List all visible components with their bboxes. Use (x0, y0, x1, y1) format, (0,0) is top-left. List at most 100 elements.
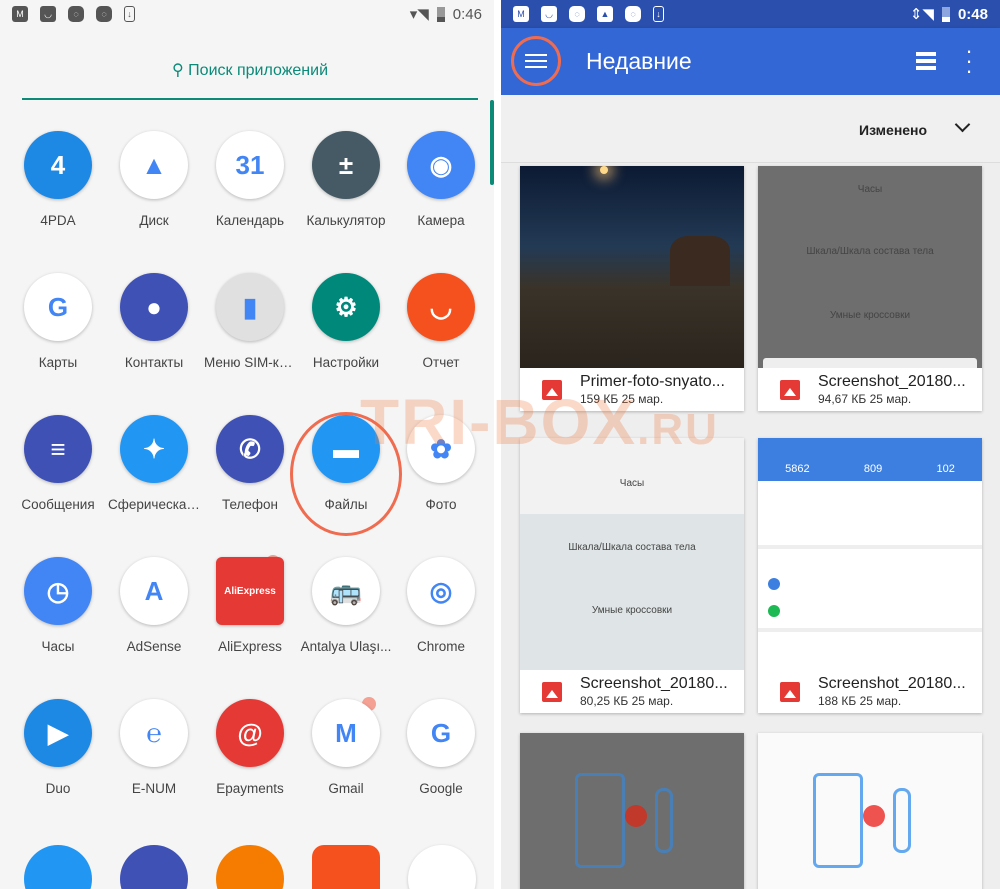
app-bar: Недавние · · · (501, 28, 1000, 95)
fm-icon: ◌ (68, 6, 84, 22)
app-glyph-icon: @ (216, 699, 284, 767)
app-icon-12[interactable]: ✦ Сферическая... (106, 415, 202, 512)
app-icon-7[interactable]: ● Контакты (106, 273, 202, 370)
menu-button[interactable] (511, 36, 561, 86)
image-file-icon (780, 379, 800, 400)
file-name: Screenshot_20180... (818, 675, 966, 692)
search-icon: ⚲ (172, 62, 184, 79)
app-glyph-icon: ✦ (120, 415, 188, 483)
screenshot-thumbnail: Часы Шкала/Шкала состава тела Умные крос… (758, 166, 982, 368)
app-icon-6[interactable]: G Карты (10, 273, 106, 370)
file-card[interactable] (520, 733, 744, 889)
app-icon-9[interactable]: ⚙ Настройки (298, 273, 394, 370)
app-glyph-icon: ▮ (216, 273, 284, 341)
list-view-button[interactable] (916, 52, 936, 70)
file-card[interactable]: 5862 809 102 Screenshot_20180... 188 КБ 25 … (758, 438, 982, 713)
app-label: Сообщения (21, 497, 95, 512)
fm-icon: ◌ (569, 6, 585, 22)
app-label: Chrome (416, 639, 465, 654)
app-label: Камера (417, 213, 465, 228)
app-label: Часы (41, 639, 75, 654)
app-glyph-icon: ± (312, 131, 380, 199)
app-icon-25[interactable]: G Google (393, 699, 489, 796)
app-label: Диск (139, 213, 169, 228)
app-icon-15[interactable]: ✿ Фото (393, 415, 489, 512)
app-label: AliExpress (218, 639, 282, 654)
wifi-icon: ▾◥ (409, 6, 429, 23)
app-icon-22[interactable]: ℮ E-NUM (106, 699, 202, 796)
app-glyph-icon: ◡ (407, 273, 475, 341)
app-label: 4PDA (40, 213, 76, 228)
app-label: Калькулятор (306, 213, 386, 228)
app-icon-4[interactable]: ± Калькулятор (298, 131, 394, 228)
app-glyph-icon: 31 (216, 131, 284, 199)
app-icon-10[interactable]: ◡ Отчет (393, 273, 489, 370)
app-icon-13[interactable]: ✆ Телефон (202, 415, 298, 512)
app-search-input[interactable]: ⚲ Поиск приложений (22, 50, 478, 100)
clock: 0:48 (957, 5, 988, 23)
clock: 0:46 (452, 5, 482, 23)
app-glyph-icon: ✿ (407, 415, 475, 483)
sort-dropdown[interactable]: Изменено (859, 122, 927, 138)
app-label: Epayments (216, 781, 284, 796)
app-label: AdSense (126, 639, 182, 654)
smile-icon: ◡ (40, 6, 56, 22)
app-glyph-icon: ≡ (24, 415, 92, 483)
file-card[interactable]: Часы Шкала/Шкала состава тела Умные крос… (758, 166, 982, 411)
app-icon-2[interactable]: ▲ Диск (106, 131, 202, 228)
sort-bar: Изменено (501, 95, 1000, 163)
chevron-down-icon[interactable] (954, 116, 971, 133)
app-glyph-icon: ℮ (120, 699, 188, 767)
app-glyph-icon: 🚌 (312, 557, 380, 625)
app-label: Контакты (124, 355, 184, 370)
app-label: Карты (38, 355, 78, 370)
gmail-icon: M (513, 6, 529, 22)
highlight-circle (290, 412, 402, 536)
battery-icon (436, 6, 445, 22)
app-icon-16[interactable]: ◷ Часы (10, 557, 106, 654)
app-icon-21[interactable]: ▶ Duo (10, 699, 106, 796)
app-label: E-NUM (131, 781, 177, 796)
app-icon-3[interactable]: 31 Календарь (202, 131, 298, 228)
app-glyph-icon: ◷ (24, 557, 92, 625)
app-label: Сферическая... (108, 497, 202, 512)
app-glyph-icon: ◉ (407, 131, 475, 199)
gmail-icon: M (12, 6, 28, 22)
files-screen: M ◡ ◌ ▲ ◌ ↓ ⇕◥ 0:48 Недавние · · · Изменен… (501, 0, 1000, 889)
app-label: Настройки (312, 355, 380, 370)
status-bar: M ◡ ◌ ▲ ◌ ↓ ⇕◥ 0:48 (501, 0, 1000, 28)
app-icon-1[interactable]: 4 4PDA (10, 131, 106, 228)
app-icon-8[interactable]: ▮ Меню SIM-ка... (202, 273, 298, 370)
app-glyph-icon: ● (120, 273, 188, 341)
app-label: Gmail (328, 781, 364, 796)
app-label: Календарь (215, 213, 285, 228)
app-label: Google (419, 781, 463, 796)
file-meta: 80,25 КБ 25 мар. (580, 694, 674, 708)
divider (494, 0, 501, 889)
screenshot-thumbnail: 5862 809 102 (758, 438, 982, 670)
app-icon-23[interactable]: @ Epayments (202, 699, 298, 796)
app-icon-24[interactable]: M Gmail (298, 697, 394, 796)
app-icon-18[interactable]: AliExpress AliExpress (202, 555, 298, 654)
fm-icon: ◌ (96, 6, 112, 22)
app-icon-11[interactable]: ≡ Сообщения (10, 415, 106, 512)
app-glyph-icon: ▶ (24, 699, 92, 767)
app-icon-17[interactable]: A AdSense (106, 557, 202, 654)
page-title: Недавние (586, 48, 692, 74)
file-meta: 188 КБ 25 мар. (818, 694, 902, 708)
file-meta: 159 КБ 25 мар. (580, 392, 664, 406)
app-drawer-screen: M ◡ ◌ ◌ ↓ ▾◥ 0:46 ⚲ Поиск приложений 4 4P… (0, 0, 494, 889)
app-icon-20[interactable]: ◎ Chrome (393, 557, 489, 654)
file-card[interactable]: Часы Шкала/Шкала состава тела Умные крос… (520, 438, 744, 713)
file-card[interactable]: Primer-foto-snyato... 159 КБ 25 мар. (520, 166, 744, 411)
app-glyph-icon: ◎ (407, 557, 475, 625)
file-name: Screenshot_20180... (818, 373, 966, 390)
app-glyph-icon: ⚙ (312, 273, 380, 341)
app-icon-5[interactable]: ◉ Камера (393, 131, 489, 228)
app-glyph-icon: ✆ (216, 415, 284, 483)
more-options-icon[interactable]: · · · (964, 40, 974, 82)
file-card[interactable] (758, 733, 982, 889)
app-icon-19[interactable]: 🚌 Antalya Ulaşı... (298, 557, 394, 654)
status-bar: M ◡ ◌ ◌ ↓ ▾◥ 0:46 (0, 0, 494, 28)
battery-icon (941, 6, 950, 22)
